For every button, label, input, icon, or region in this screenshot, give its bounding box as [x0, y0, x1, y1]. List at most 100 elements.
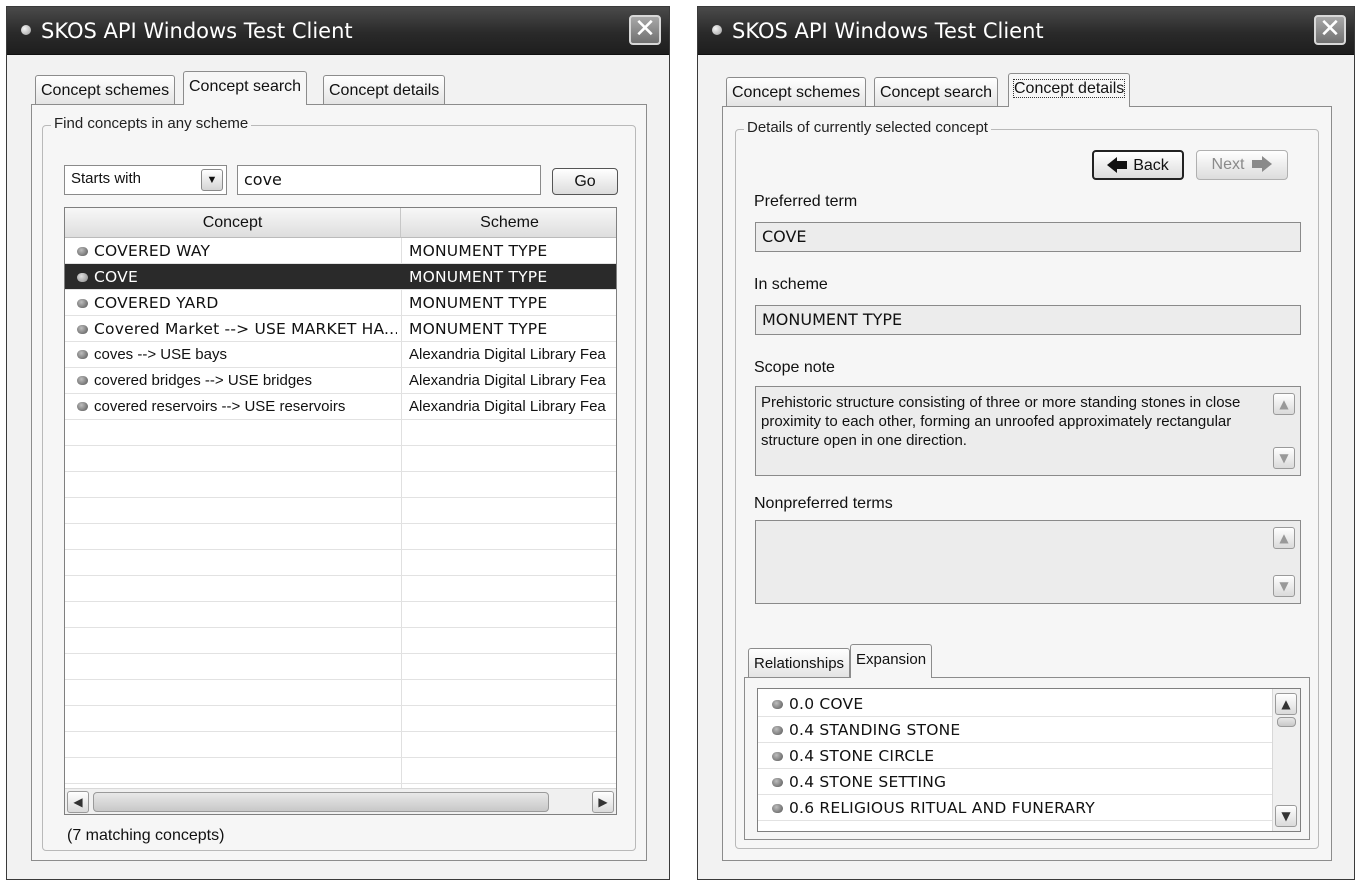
- scheme-cell: MONUMENT TYPE: [409, 320, 548, 338]
- horizontal-scrollbar[interactable]: ◀ ▶: [65, 788, 616, 814]
- scroll-down-icon[interactable]: ▼: [1273, 447, 1295, 469]
- scroll-down-icon[interactable]: ▼: [1273, 575, 1295, 597]
- search-mode-select[interactable]: Starts with ▼: [64, 165, 227, 195]
- column-header-label: Scheme: [480, 214, 539, 231]
- expansion-item-cell: 0.4 STONE SETTING: [772, 769, 1262, 795]
- tab-expansion[interactable]: Expansion: [850, 644, 933, 678]
- bullet-icon: [772, 804, 783, 813]
- back-button[interactable]: Back: [1092, 150, 1184, 180]
- scroll-right-icon[interactable]: ▶: [592, 791, 614, 813]
- search-input-value: cove: [244, 170, 282, 189]
- in-scheme-label: In scheme: [754, 276, 828, 293]
- preferred-term-field[interactable]: COVE: [755, 222, 1301, 252]
- group-label: Find concepts in any scheme: [51, 115, 252, 132]
- empty-row: [65, 758, 616, 784]
- tab-label: Relationships: [754, 655, 845, 672]
- list-item[interactable]: 0.0 COVE: [758, 691, 1272, 717]
- app-icon: [21, 25, 31, 35]
- search-input[interactable]: cove: [237, 165, 541, 195]
- empty-row: [65, 550, 616, 576]
- expansion-item-cell: 0.4 STONE CIRCLE: [772, 743, 1262, 769]
- table-row[interactable]: COVERED YARD MONUMENT TYPE: [65, 290, 616, 316]
- concept-label: COVE: [94, 268, 138, 286]
- go-button[interactable]: Go: [552, 168, 618, 195]
- chevron-down-icon[interactable]: ▼: [201, 169, 223, 191]
- column-header-concept[interactable]: Concept: [65, 208, 401, 238]
- concept-cell: coves --> USE bays: [77, 342, 397, 368]
- scope-note-field[interactable]: Prehistoric structure consisting of thre…: [755, 386, 1301, 476]
- table-row[interactable]: COVERED WAY MONUMENT TYPE: [65, 238, 616, 264]
- table-row[interactable]: coves --> USE bays Alexandria Digital Lib…: [65, 342, 616, 368]
- scrollbar-thumb[interactable]: [93, 792, 549, 812]
- left-title-bar[interactable]: SKOS API Windows Test Client ✕: [7, 7, 669, 55]
- close-icon[interactable]: ✕: [1314, 15, 1346, 45]
- scroll-up-icon[interactable]: ▲: [1273, 527, 1295, 549]
- column-header-label: Concept: [202, 214, 263, 231]
- search-tab-panel: Find concepts in any scheme Starts with …: [31, 104, 647, 861]
- nonpreferred-terms-field[interactable]: ▲ ▼: [755, 520, 1301, 604]
- bullet-icon: [77, 325, 88, 334]
- table-row[interactable]: Covered Market --> USE MARKET HA... MONUM…: [65, 316, 616, 342]
- tab-relationships[interactable]: Relationships: [748, 648, 851, 678]
- empty-row: [65, 732, 616, 758]
- column-header-scheme[interactable]: Scheme: [401, 208, 616, 238]
- in-scheme-field[interactable]: MONUMENT TYPE: [755, 305, 1301, 335]
- table-row[interactable]: covered bridges --> USE bridges Alexandri…: [65, 368, 616, 394]
- list-item[interactable]: 0.4 STONE SETTING: [758, 769, 1272, 795]
- list-item[interactable]: 0.6 RELIGIOUS RITUAL AND FUNERARY: [758, 795, 1272, 821]
- concept-label: Covered Market --> USE MARKET HA...: [94, 320, 397, 338]
- scrollbar-thumb[interactable]: [1277, 717, 1296, 727]
- concept-results-list[interactable]: Concept Scheme COVERED WAY MONUMENT TYPE C…: [64, 207, 617, 815]
- expansion-list[interactable]: 0.0 COVE 0.4 STANDING STONE 0.4 STONE CIRC…: [757, 688, 1301, 832]
- tab-concept-search[interactable]: Concept search: [874, 77, 999, 107]
- scroll-down-icon[interactable]: ▼: [1275, 805, 1297, 827]
- concept-cell: covered bridges --> USE bridges: [77, 368, 397, 394]
- tab-concept-details[interactable]: Concept details: [1008, 73, 1131, 107]
- tab-concept-details[interactable]: Concept details: [323, 75, 446, 105]
- tab-label: Concept schemes: [732, 84, 861, 101]
- expansion-item-label: 0.6 RELIGIOUS RITUAL AND FUNERARY: [789, 799, 1095, 817]
- expansion-item-label: 0.4 STONE CIRCLE: [789, 747, 935, 765]
- tab-concept-search[interactable]: Concept search: [183, 71, 308, 105]
- scheme-cell: MONUMENT TYPE: [409, 242, 548, 260]
- app-icon: [712, 25, 722, 35]
- search-mode-value: Starts with: [71, 170, 142, 187]
- concept-cell: COVE: [77, 264, 397, 290]
- empty-row: [65, 680, 616, 706]
- table-row[interactable]: covered reservoirs --> USE reservoirs Ale…: [65, 394, 616, 420]
- window-title: SKOS API Windows Test Client: [732, 19, 1044, 43]
- scroll-up-icon[interactable]: ▲: [1273, 393, 1295, 415]
- bullet-icon: [77, 402, 88, 411]
- scheme-cell: Alexandria Digital Library Fea: [409, 398, 606, 415]
- list-item[interactable]: 0.4 STANDING STONE: [758, 717, 1272, 743]
- empty-row: [65, 706, 616, 732]
- scheme-cell: Alexandria Digital Library Fea: [409, 346, 606, 363]
- bullet-icon: [772, 700, 783, 709]
- list-item[interactable]: 0.4 STONE CIRCLE: [758, 743, 1272, 769]
- next-button[interactable]: Next: [1196, 150, 1288, 180]
- empty-row: [65, 628, 616, 654]
- tab-label: Concept details: [1012, 79, 1126, 98]
- match-count: (7 matching concepts): [67, 827, 225, 844]
- bullet-icon: [77, 273, 88, 282]
- expansion-panel: 0.0 COVE 0.4 STANDING STONE 0.4 STONE CIRC…: [744, 677, 1310, 840]
- vertical-scrollbar[interactable]: ▲ ▼: [1272, 689, 1300, 831]
- find-concepts-group: Find concepts in any scheme Starts with …: [42, 115, 636, 851]
- arrow-right-icon-tail: [1252, 160, 1263, 168]
- result-rows: COVERED WAY MONUMENT TYPE COVE MONUMENT TYP…: [65, 238, 616, 788]
- bullet-icon: [772, 752, 783, 761]
- tab-concept-schemes[interactable]: Concept schemes: [35, 75, 176, 105]
- empty-row: [65, 498, 616, 524]
- scroll-up-icon[interactable]: ▲: [1275, 693, 1297, 715]
- scroll-left-icon[interactable]: ◀: [67, 791, 89, 813]
- concept-label: COVERED YARD: [94, 294, 219, 312]
- tab-concept-schemes[interactable]: Concept schemes: [726, 77, 867, 107]
- close-icon[interactable]: ✕: [629, 15, 661, 45]
- tab-label: Concept schemes: [41, 82, 170, 99]
- preferred-term-value: COVE: [762, 227, 807, 246]
- concept-cell: COVERED WAY: [77, 238, 397, 264]
- table-row[interactable]: COVE MONUMENT TYPE: [65, 264, 616, 290]
- right-title-bar[interactable]: SKOS API Windows Test Client ✕: [698, 7, 1354, 55]
- expansion-rows: 0.0 COVE 0.4 STANDING STONE 0.4 STONE CIRC…: [758, 691, 1272, 831]
- details-group: Details of currently selected concept Ba…: [735, 119, 1319, 849]
